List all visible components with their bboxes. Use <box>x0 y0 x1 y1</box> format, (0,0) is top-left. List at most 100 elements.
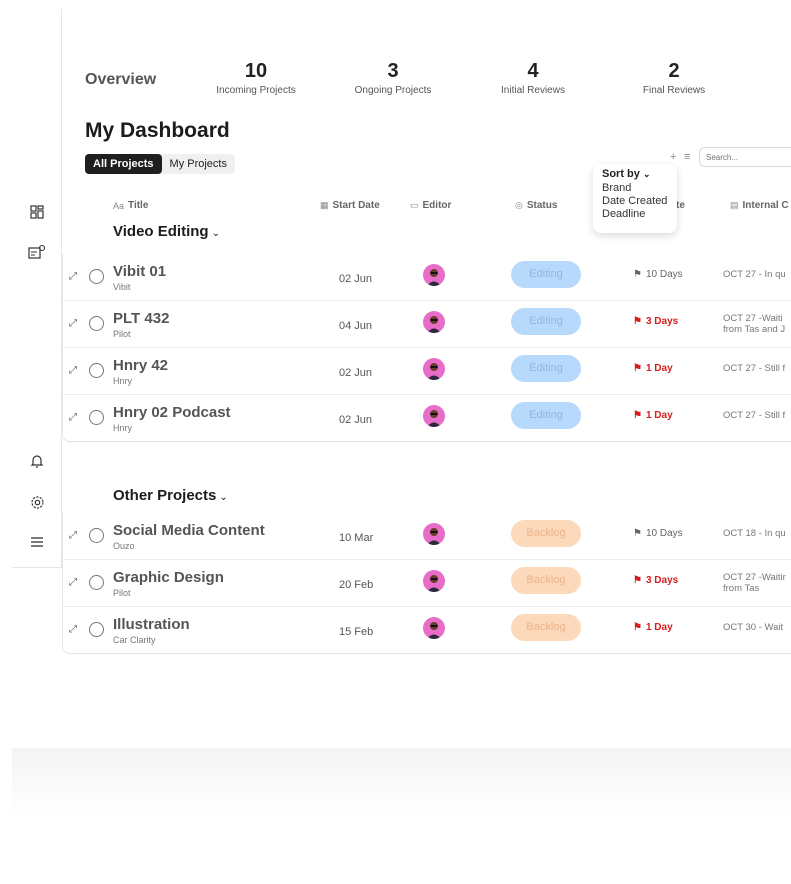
table-row[interactable]: ⤢ Hnry 42 Hnry 02 Jun Editing ⚑ 1 Day OCT… <box>63 348 791 395</box>
column-header-status[interactable]: ◎ Status <box>515 200 557 211</box>
group-header-video-editing[interactable]: Video Editing ⌄ <box>113 223 220 240</box>
expand-icon[interactable]: ⤢ <box>69 318 77 329</box>
tab-my-projects[interactable]: My Projects <box>162 154 235 174</box>
column-header-due[interactable]: te <box>676 200 685 211</box>
stat-final-reviews[interactable]: 2 Final Reviews <box>609 60 739 96</box>
expand-icon[interactable]: ⤢ <box>69 412 77 423</box>
due-indicator: ⚑ 1 Day <box>633 622 673 633</box>
sort-option-date-created[interactable]: Date Created <box>602 195 668 208</box>
comment-line: from Tas <box>723 583 760 594</box>
status-badge[interactable]: Editing <box>511 402 581 429</box>
table-row[interactable]: ⤢ Graphic Design Pilot 20 Feb Backlog ⚑ 3… <box>63 560 791 607</box>
group-rows-video-editing: ⤢ Vibit 01 Vibit 02 Jun Editing ⚑ 10 Days… <box>62 254 791 442</box>
complete-checkbox[interactable] <box>89 575 104 590</box>
calendar-icon: ▦ <box>320 200 329 210</box>
row-title: Hnry 02 Podcast <box>113 404 231 421</box>
row-title: Hnry 42 <box>113 357 169 374</box>
complete-checkbox[interactable] <box>89 316 104 331</box>
dashboard-grid-icon[interactable] <box>26 201 48 223</box>
avatar[interactable] <box>423 523 445 545</box>
table-row[interactable]: ⤢ Vibit 01 Vibit 02 Jun Editing ⚑ 10 Days… <box>63 254 791 301</box>
row-brand: Ouzo <box>113 541 135 551</box>
column-header-internal[interactable]: ▤ Internal C <box>730 200 789 211</box>
chevron-down-icon: ⌄ <box>211 228 220 239</box>
group-title: Other Projects <box>113 487 217 504</box>
flag-icon: ⚑ <box>633 622 642 633</box>
stat-value: 3 <box>387 60 399 82</box>
status-badge[interactable]: Backlog <box>511 567 581 594</box>
row-title: Illustration <box>113 616 190 633</box>
complete-checkbox[interactable] <box>89 410 104 425</box>
row-title: Vibit 01 <box>113 263 167 280</box>
complete-checkbox[interactable] <box>89 269 104 284</box>
search-input[interactable] <box>699 147 791 167</box>
page-title: My Dashboard <box>85 119 230 142</box>
row-title: PLT 432 <box>113 310 170 327</box>
sort-icon[interactable]: ≡ <box>684 151 690 163</box>
table-row[interactable]: ⤢ PLT 432 Pilot 04 Jun Editing ⚑ 3 Days O… <box>63 301 791 348</box>
row-start-date: 02 Jun <box>339 273 373 285</box>
complete-checkbox[interactable] <box>89 528 104 543</box>
expand-icon[interactable]: ⤢ <box>69 271 77 282</box>
stat-initial-reviews[interactable]: 4 Initial Reviews <box>468 60 598 96</box>
column-label: Status <box>526 200 558 211</box>
column-header-editor[interactable]: ▭ Editor <box>410 200 451 211</box>
table-row[interactable]: ⤢ Social Media Content Ouzo 10 Mar Backl… <box>63 513 791 560</box>
flag-icon: ⚑ <box>633 316 642 327</box>
projects-settings-icon[interactable] <box>26 241 48 263</box>
table-row[interactable]: ⤢ Hnry 02 Podcast Hnry 02 Jun Editing ⚑ 1… <box>63 395 791 442</box>
comment-line: OCT 27 -Waiti <box>723 313 783 324</box>
status-badge[interactable]: Backlog <box>511 520 581 547</box>
due-indicator: ⚑ 3 Days <box>633 575 678 586</box>
status-badge[interactable]: Backlog <box>511 614 581 641</box>
sort-option-deadline[interactable]: Deadline <box>602 208 668 221</box>
column-header-title[interactable]: Aa Title <box>113 200 148 211</box>
comment-line: OCT 27 -Waitir <box>723 572 786 583</box>
due-indicator: ⚑ 1 Day <box>633 410 673 421</box>
status-badge[interactable]: Editing <box>511 355 581 382</box>
expand-icon[interactable]: ⤢ <box>69 577 77 588</box>
chevron-down-icon: ⌄ <box>219 492 228 503</box>
row-start-date: 04 Jun <box>339 320 373 332</box>
add-icon[interactable]: + <box>670 151 676 163</box>
stat-value: 10 <box>244 60 268 82</box>
sort-menu-title[interactable]: Sort by ⌄ <box>602 168 668 180</box>
due-text: 3 Days <box>645 316 679 327</box>
tab-all-projects[interactable]: All Projects <box>85 154 162 174</box>
status-badge[interactable]: Editing <box>511 308 581 335</box>
group-header-other-projects[interactable]: Other Projects ⌄ <box>113 487 228 504</box>
sort-option-brand[interactable]: Brand <box>602 182 668 195</box>
avatar[interactable] <box>423 358 445 380</box>
expand-icon[interactable]: ⤢ <box>69 365 77 376</box>
avatar[interactable] <box>423 617 445 639</box>
complete-checkbox[interactable] <box>89 622 104 637</box>
expand-icon[interactable]: ⤢ <box>69 624 77 635</box>
sidebar <box>12 9 62 568</box>
row-brand: Pilot <box>113 329 131 339</box>
avatar[interactable] <box>423 570 445 592</box>
sort-menu: Sort by ⌄ Brand Date Created Deadline <box>593 164 677 233</box>
text-type-icon: Aa <box>113 200 125 211</box>
stat-incoming[interactable]: 10 Incoming Projects <box>191 60 321 96</box>
bottom-shadow <box>12 748 791 818</box>
flag-icon: ⚑ <box>633 410 642 421</box>
row-brand: Car Clarity <box>113 635 156 645</box>
gear-icon[interactable] <box>26 491 48 513</box>
bell-icon[interactable] <box>26 450 48 472</box>
stat-value: 4 <box>527 60 539 82</box>
internal-comment: OCT 27 -Waiti from Tas and J <box>723 313 791 335</box>
expand-icon[interactable]: ⤢ <box>69 530 77 541</box>
menu-icon[interactable] <box>26 531 48 553</box>
chevron-down-icon: ⌄ <box>642 169 651 179</box>
table-row[interactable]: ⤢ Illustration Car Clarity 15 Feb Backlo… <box>63 607 791 654</box>
column-header-start-date[interactable]: ▦ Start Date <box>320 200 380 211</box>
avatar[interactable] <box>423 264 445 286</box>
row-start-date: 02 Jun <box>339 414 373 426</box>
flag-icon: ⚑ <box>633 528 642 539</box>
status-badge[interactable]: Editing <box>511 261 581 288</box>
complete-checkbox[interactable] <box>89 363 104 378</box>
stat-ongoing[interactable]: 3 Ongoing Projects <box>328 60 458 96</box>
avatar[interactable] <box>423 311 445 333</box>
avatar[interactable] <box>423 405 445 427</box>
internal-comment: OCT 27 - Still f <box>723 363 786 374</box>
